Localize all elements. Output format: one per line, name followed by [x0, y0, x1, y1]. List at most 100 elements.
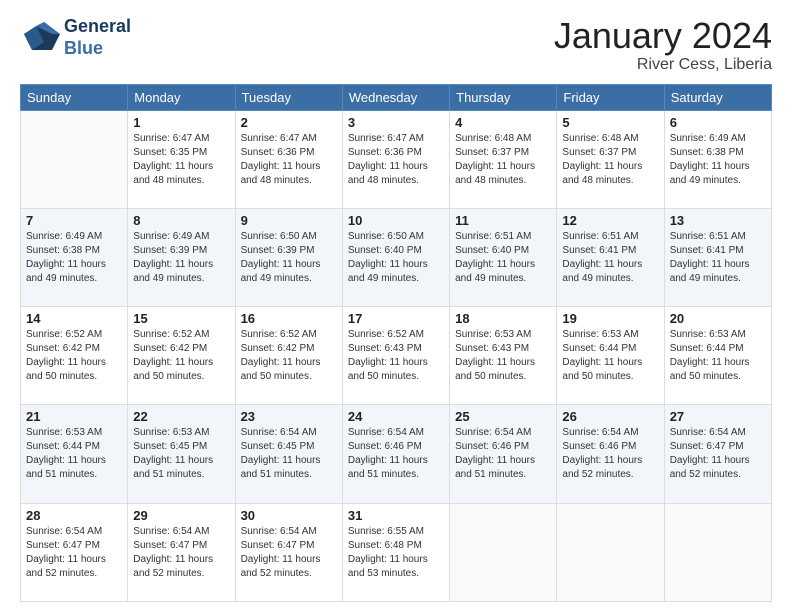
- calendar-cell: 22 Sunrise: 6:53 AM Sunset: 6:45 PM Dayli…: [128, 405, 235, 503]
- calendar-cell: [664, 503, 771, 601]
- day-info: Sunrise: 6:49 AM Sunset: 6:38 PM Dayligh…: [26, 230, 122, 286]
- day-number: 27: [670, 409, 766, 424]
- calendar-cell: 5 Sunrise: 6:48 AM Sunset: 6:37 PM Daylig…: [557, 110, 664, 208]
- day-number: 23: [241, 409, 337, 424]
- day-number: 5: [562, 115, 658, 130]
- day-info: Sunrise: 6:47 AM Sunset: 6:35 PM Dayligh…: [133, 132, 229, 188]
- calendar-cell: 24 Sunrise: 6:54 AM Sunset: 6:46 PM Dayli…: [342, 405, 449, 503]
- day-number: 15: [133, 311, 229, 326]
- day-number: 24: [348, 409, 444, 424]
- day-info: Sunrise: 6:51 AM Sunset: 6:41 PM Dayligh…: [562, 230, 658, 286]
- day-info: Sunrise: 6:53 AM Sunset: 6:43 PM Dayligh…: [455, 328, 551, 384]
- calendar-cell: 1 Sunrise: 6:47 AM Sunset: 6:35 PM Daylig…: [128, 110, 235, 208]
- day-number: 22: [133, 409, 229, 424]
- day-number: 9: [241, 213, 337, 228]
- title-block: January 2024 River Cess, Liberia: [554, 16, 772, 74]
- day-number: 28: [26, 508, 122, 523]
- day-info: Sunrise: 6:50 AM Sunset: 6:39 PM Dayligh…: [241, 230, 337, 286]
- day-number: 25: [455, 409, 551, 424]
- day-info: Sunrise: 6:52 AM Sunset: 6:43 PM Dayligh…: [348, 328, 444, 384]
- calendar-table: SundayMondayTuesdayWednesdayThursdayFrid…: [20, 84, 772, 602]
- day-number: 7: [26, 213, 122, 228]
- day-info: Sunrise: 6:53 AM Sunset: 6:45 PM Dayligh…: [133, 426, 229, 482]
- day-number: 4: [455, 115, 551, 130]
- calendar-row: 28 Sunrise: 6:54 AM Sunset: 6:47 PM Dayli…: [21, 503, 772, 601]
- calendar-cell: 18 Sunrise: 6:53 AM Sunset: 6:43 PM Dayli…: [450, 307, 557, 405]
- main-title: January 2024: [554, 16, 772, 56]
- calendar-cell: 12 Sunrise: 6:51 AM Sunset: 6:41 PM Dayli…: [557, 208, 664, 306]
- day-number: 20: [670, 311, 766, 326]
- day-number: 21: [26, 409, 122, 424]
- day-number: 12: [562, 213, 658, 228]
- day-number: 2: [241, 115, 337, 130]
- day-info: Sunrise: 6:48 AM Sunset: 6:37 PM Dayligh…: [562, 132, 658, 188]
- day-number: 17: [348, 311, 444, 326]
- calendar-cell: 19Sunrise: 6:53 AM Sunset: 6:44 PM Dayli…: [557, 307, 664, 405]
- day-info: Sunrise: 6:49 AM Sunset: 6:38 PM Dayligh…: [670, 132, 766, 188]
- calendar-cell: 13 Sunrise: 6:51 AM Sunset: 6:41 PM Dayli…: [664, 208, 771, 306]
- day-number: 18: [455, 311, 551, 326]
- calendar-cell: 8 Sunrise: 6:49 AM Sunset: 6:39 PM Daylig…: [128, 208, 235, 306]
- calendar-cell: 17 Sunrise: 6:52 AM Sunset: 6:43 PM Dayli…: [342, 307, 449, 405]
- day-number: 8: [133, 213, 229, 228]
- calendar-cell: 3Sunrise: 6:47 AM Sunset: 6:36 PM Daylig…: [342, 110, 449, 208]
- day-info: Sunrise: 6:54 AM Sunset: 6:47 PM Dayligh…: [241, 525, 337, 581]
- calendar-cell: 25 Sunrise: 6:54 AM Sunset: 6:46 PM Dayli…: [450, 405, 557, 503]
- calendar-cell: 20 Sunrise: 6:53 AM Sunset: 6:44 PM Dayli…: [664, 307, 771, 405]
- day-info: Sunrise: 6:54 AM Sunset: 6:47 PM Dayligh…: [133, 525, 229, 581]
- day-info: Sunrise: 6:51 AM Sunset: 6:40 PM Dayligh…: [455, 230, 551, 286]
- day-info: Sunrise: 6:52 AM Sunset: 6:42 PM Dayligh…: [133, 328, 229, 384]
- logo-icon: [20, 18, 60, 58]
- calendar-cell: 9 Sunrise: 6:50 AM Sunset: 6:39 PM Daylig…: [235, 208, 342, 306]
- calendar-cell: 31Sunrise: 6:55 AM Sunset: 6:48 PM Dayli…: [342, 503, 449, 601]
- day-number: 14: [26, 311, 122, 326]
- col-header-wednesday: Wednesday: [342, 84, 449, 110]
- day-info: Sunrise: 6:53 AM Sunset: 6:44 PM Dayligh…: [562, 328, 658, 384]
- day-info: Sunrise: 6:54 AM Sunset: 6:46 PM Dayligh…: [348, 426, 444, 482]
- day-info: Sunrise: 6:50 AM Sunset: 6:40 PM Dayligh…: [348, 230, 444, 286]
- day-info: Sunrise: 6:51 AM Sunset: 6:41 PM Dayligh…: [670, 230, 766, 286]
- day-info: Sunrise: 6:52 AM Sunset: 6:42 PM Dayligh…: [241, 328, 337, 384]
- calendar-cell: 10 Sunrise: 6:50 AM Sunset: 6:40 PM Dayli…: [342, 208, 449, 306]
- day-info: Sunrise: 6:54 AM Sunset: 6:47 PM Dayligh…: [26, 525, 122, 581]
- calendar-row: 21 Sunrise: 6:53 AM Sunset: 6:44 PM Dayli…: [21, 405, 772, 503]
- day-number: 11: [455, 213, 551, 228]
- day-number: 30: [241, 508, 337, 523]
- calendar-cell: [557, 503, 664, 601]
- calendar-cell: 30 Sunrise: 6:54 AM Sunset: 6:47 PM Dayli…: [235, 503, 342, 601]
- day-number: 31: [348, 508, 444, 523]
- day-info: Sunrise: 6:49 AM Sunset: 6:39 PM Dayligh…: [133, 230, 229, 286]
- day-number: 1: [133, 115, 229, 130]
- day-info: Sunrise: 6:47 AM Sunset: 6:36 PM Dayligh…: [241, 132, 337, 188]
- subtitle: River Cess, Liberia: [554, 56, 772, 74]
- calendar-cell: 26Sunrise: 6:54 AM Sunset: 6:46 PM Dayli…: [557, 405, 664, 503]
- calendar-row: 14 Sunrise: 6:52 AM Sunset: 6:42 PM Dayli…: [21, 307, 772, 405]
- day-number: 16: [241, 311, 337, 326]
- day-info: Sunrise: 6:53 AM Sunset: 6:44 PM Dayligh…: [670, 328, 766, 384]
- calendar-row: 1 Sunrise: 6:47 AM Sunset: 6:35 PM Daylig…: [21, 110, 772, 208]
- day-number: 10: [348, 213, 444, 228]
- day-info: Sunrise: 6:47 AM Sunset: 6:36 PM Dayligh…: [348, 132, 444, 188]
- day-info: Sunrise: 6:54 AM Sunset: 6:47 PM Dayligh…: [670, 426, 766, 482]
- logo-text: General Blue: [64, 16, 131, 59]
- calendar-header-row: SundayMondayTuesdayWednesdayThursdayFrid…: [21, 84, 772, 110]
- day-info: Sunrise: 6:52 AM Sunset: 6:42 PM Dayligh…: [26, 328, 122, 384]
- calendar-cell: 4Sunrise: 6:48 AM Sunset: 6:37 PM Daylig…: [450, 110, 557, 208]
- calendar-cell: 2 Sunrise: 6:47 AM Sunset: 6:36 PM Daylig…: [235, 110, 342, 208]
- calendar-cell: 15 Sunrise: 6:52 AM Sunset: 6:42 PM Dayli…: [128, 307, 235, 405]
- day-number: 29: [133, 508, 229, 523]
- day-number: 26: [562, 409, 658, 424]
- page: General Blue January 2024 River Cess, Li…: [0, 0, 792, 612]
- col-header-saturday: Saturday: [664, 84, 771, 110]
- day-number: 6: [670, 115, 766, 130]
- header: General Blue January 2024 River Cess, Li…: [20, 16, 772, 74]
- calendar-cell: 16 Sunrise: 6:52 AM Sunset: 6:42 PM Dayli…: [235, 307, 342, 405]
- calendar-cell: 27 Sunrise: 6:54 AM Sunset: 6:47 PM Dayli…: [664, 405, 771, 503]
- calendar-cell: 29 Sunrise: 6:54 AM Sunset: 6:47 PM Dayli…: [128, 503, 235, 601]
- day-info: Sunrise: 6:53 AM Sunset: 6:44 PM Dayligh…: [26, 426, 122, 482]
- calendar-cell: 21 Sunrise: 6:53 AM Sunset: 6:44 PM Dayli…: [21, 405, 128, 503]
- day-info: Sunrise: 6:54 AM Sunset: 6:46 PM Dayligh…: [455, 426, 551, 482]
- calendar-cell: [21, 110, 128, 208]
- col-header-sunday: Sunday: [21, 84, 128, 110]
- day-number: 13: [670, 213, 766, 228]
